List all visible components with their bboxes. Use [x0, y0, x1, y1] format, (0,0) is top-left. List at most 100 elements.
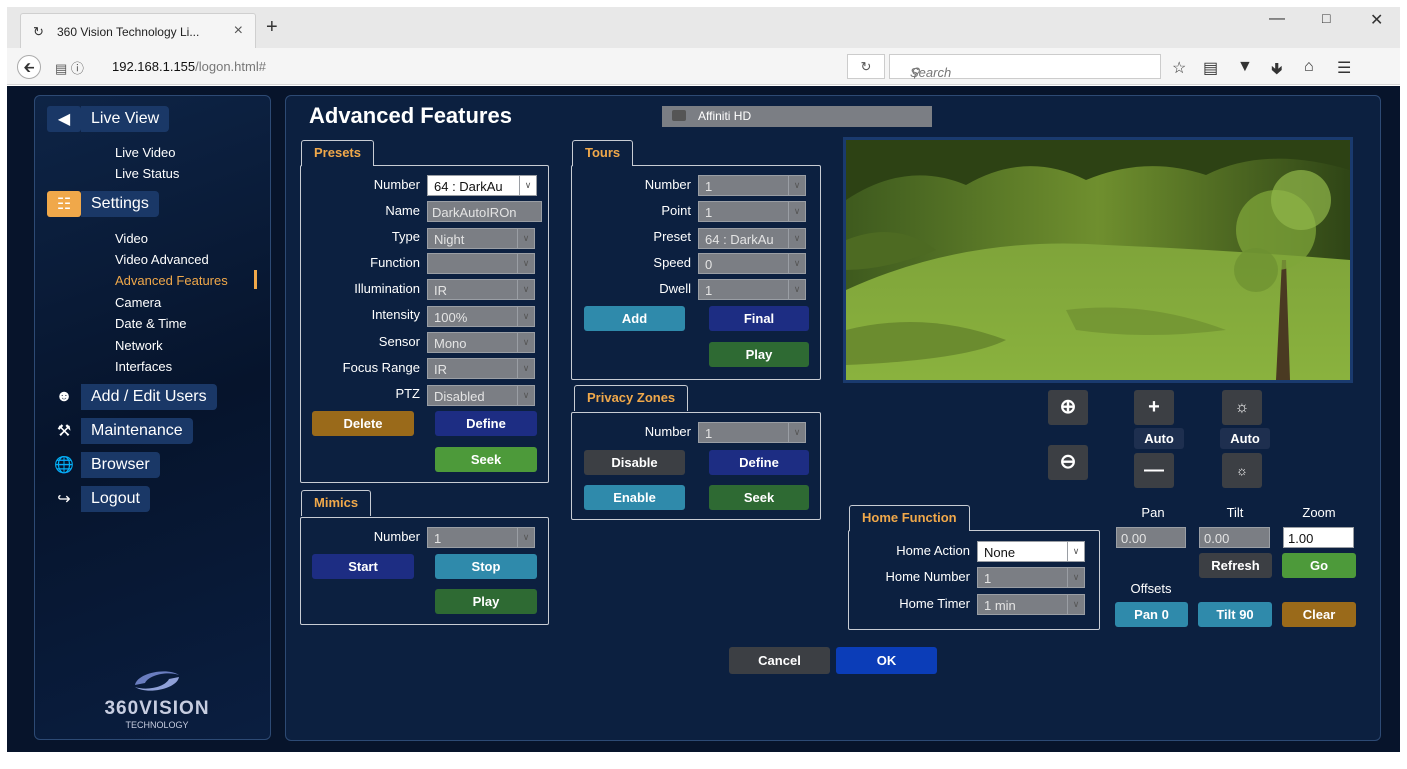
- search-input[interactable]: ⚲ Search: [889, 54, 1161, 80]
- reload-icon[interactable]: ↻: [847, 54, 885, 79]
- info-icon[interactable]: ▤ ⓘ: [55, 58, 84, 77]
- bookmark-star-icon[interactable]: ☆: [1172, 58, 1186, 78]
- zoom-out-icon: ⊖: [1059, 451, 1077, 473]
- sidebar-item-network[interactable]: Network: [115, 338, 163, 353]
- tab-presets[interactable]: Presets: [301, 140, 374, 166]
- preset-sensor-select[interactable]: Mono ∨: [427, 332, 535, 353]
- home-action-select[interactable]: None ∨: [977, 541, 1085, 562]
- sidebar-settings[interactable]: ☷ Settings: [47, 191, 159, 217]
- mimics-start-button[interactable]: Start: [312, 554, 414, 579]
- sidebar-item-video-advanced[interactable]: Video Advanced: [115, 252, 209, 267]
- home-action-value: None: [984, 545, 1016, 560]
- pan-field[interactable]: 0.00: [1116, 527, 1186, 548]
- download-icon[interactable]: 🢃: [1271, 58, 1283, 85]
- chevron-down-icon: ∨: [1067, 568, 1084, 587]
- iris-close-button[interactable]: ☼: [1222, 453, 1262, 488]
- home-number-select[interactable]: 1 ∨: [977, 567, 1085, 588]
- preset-intensity-select[interactable]: 100% ∨: [427, 306, 535, 327]
- auto-iris-button[interactable]: Auto: [1220, 428, 1270, 449]
- tilt-field[interactable]: 0.00: [1199, 527, 1270, 548]
- pocket-icon[interactable]: ▼: [1237, 58, 1253, 76]
- privacy-enable-button[interactable]: Enable: [584, 485, 685, 510]
- sidebar-item-interfaces[interactable]: Interfaces: [115, 359, 172, 374]
- browser-tab[interactable]: ↻ 360 Vision Technology Li... ×: [20, 13, 256, 48]
- mimics-stop-button[interactable]: Stop: [435, 554, 537, 579]
- preset-focus-range-select[interactable]: IR ∨: [427, 358, 535, 379]
- mimics-number-value: 1: [434, 531, 442, 546]
- auto-focus-button[interactable]: Auto: [1134, 428, 1184, 449]
- clear-button[interactable]: Clear: [1282, 602, 1356, 627]
- zoom-out-button[interactable]: ⊖: [1048, 445, 1088, 480]
- new-tab-icon[interactable]: +: [266, 16, 278, 39]
- close-window-icon[interactable]: ✕: [1370, 10, 1383, 30]
- sidebar-item-camera[interactable]: Camera: [115, 295, 161, 310]
- pan-0-button[interactable]: Pan 0: [1115, 602, 1188, 627]
- iris-open-button[interactable]: ☼: [1222, 390, 1262, 425]
- sidebar-item-advanced-features[interactable]: Advanced Features: [115, 273, 228, 288]
- zoom-in-button[interactable]: ⊕: [1048, 390, 1088, 425]
- preset-seek-button[interactable]: Seek: [435, 447, 537, 472]
- preset-type-select[interactable]: Night ∨: [427, 228, 535, 249]
- chevron-down-icon: ∨: [788, 202, 805, 221]
- url-bar[interactable]: ▤ ⓘ 192.168.1.155/logon.html#: [47, 54, 832, 79]
- mimics-play-button[interactable]: Play: [435, 589, 537, 614]
- camera-video-feed[interactable]: [843, 137, 1353, 383]
- maximize-icon[interactable]: □: [1322, 10, 1330, 26]
- sidebar-item-video[interactable]: Video: [115, 231, 148, 246]
- ok-button[interactable]: OK: [836, 647, 937, 674]
- preset-illumination-select[interactable]: IR ∨: [427, 279, 535, 300]
- tour-dwell-select[interactable]: 1 ∨: [698, 279, 806, 300]
- preset-function-select[interactable]: ∨: [427, 253, 535, 274]
- tilt-90-button[interactable]: Tilt 90: [1198, 602, 1272, 627]
- focus-near-button[interactable]: +: [1134, 390, 1174, 425]
- privacy-number-select[interactable]: 1 ∨: [698, 422, 806, 443]
- sidebar-item-live-status[interactable]: Live Status: [115, 166, 179, 181]
- sidebar-browser[interactable]: 🌐 Browser: [47, 452, 160, 478]
- sidebar-add-users[interactable]: ☻ Add / Edit Users: [47, 384, 217, 410]
- home-icon[interactable]: ⌂: [1304, 58, 1314, 76]
- sidebar-item-live-video[interactable]: Live Video: [115, 145, 175, 160]
- tour-number-select[interactable]: 1 ∨: [698, 175, 806, 196]
- tour-final-button[interactable]: Final: [709, 306, 809, 331]
- chevron-down-icon: ∨: [1067, 595, 1084, 614]
- tab-privacy-zones[interactable]: Privacy Zones: [574, 385, 689, 411]
- wrench-icon: ⚒: [56, 423, 72, 440]
- home-timer-select[interactable]: 1 min ∨: [977, 594, 1085, 615]
- sidebar-maintenance[interactable]: ⚒ Maintenance: [47, 418, 193, 444]
- back-icon[interactable]: 🡰: [17, 55, 41, 79]
- tab-tours[interactable]: Tours: [572, 140, 634, 166]
- tour-speed-select[interactable]: 0 ∨: [698, 253, 806, 274]
- sidebar-live-view[interactable]: ◀ Live View: [47, 106, 170, 132]
- privacy-define-button[interactable]: Define: [709, 450, 809, 475]
- preset-ptz-select[interactable]: Disabled ∨: [427, 385, 535, 406]
- sidebar-item-date-time[interactable]: Date & Time: [115, 316, 187, 331]
- mimics-number-select[interactable]: 1 ∨: [427, 527, 535, 548]
- tour-point-select[interactable]: 1 ∨: [698, 201, 806, 222]
- refresh-button[interactable]: Refresh: [1199, 553, 1272, 578]
- tour-preset-select[interactable]: 64 : DarkAu ∨: [698, 228, 806, 249]
- preset-name-field[interactable]: DarkAutoIROn: [427, 201, 542, 222]
- minimize-icon[interactable]: —: [1269, 10, 1285, 28]
- preset-illumination-value: IR: [434, 283, 447, 298]
- focus-far-button[interactable]: —: [1134, 453, 1174, 488]
- tour-add-button[interactable]: Add: [584, 306, 685, 331]
- tour-play-button[interactable]: Play: [709, 342, 809, 367]
- zoom-field[interactable]: 1.00: [1283, 527, 1354, 548]
- tab-mimics[interactable]: Mimics: [301, 490, 372, 516]
- go-button[interactable]: Go: [1282, 553, 1356, 578]
- chevron-down-icon: ∨: [517, 359, 534, 378]
- close-tab-icon[interactable]: ×: [234, 22, 243, 40]
- reading-list-icon[interactable]: ▤: [1203, 58, 1218, 78]
- preset-sensor-value: Mono: [434, 336, 467, 351]
- pan-label: Pan: [1141, 505, 1165, 520]
- preset-delete-button[interactable]: Delete: [312, 411, 414, 436]
- privacy-seek-button[interactable]: Seek: [709, 485, 809, 510]
- tab-home-function[interactable]: Home Function: [849, 505, 970, 531]
- preset-number-select[interactable]: 64 : DarkAu ∨: [427, 175, 537, 196]
- preset-define-button[interactable]: Define: [435, 411, 537, 436]
- sidebar-logout[interactable]: ↪ Logout: [47, 486, 150, 512]
- logout-icon: ↪: [57, 491, 71, 508]
- menu-icon[interactable]: ☰: [1337, 58, 1351, 78]
- privacy-disable-button[interactable]: Disable: [584, 450, 685, 475]
- cancel-button[interactable]: Cancel: [729, 647, 830, 674]
